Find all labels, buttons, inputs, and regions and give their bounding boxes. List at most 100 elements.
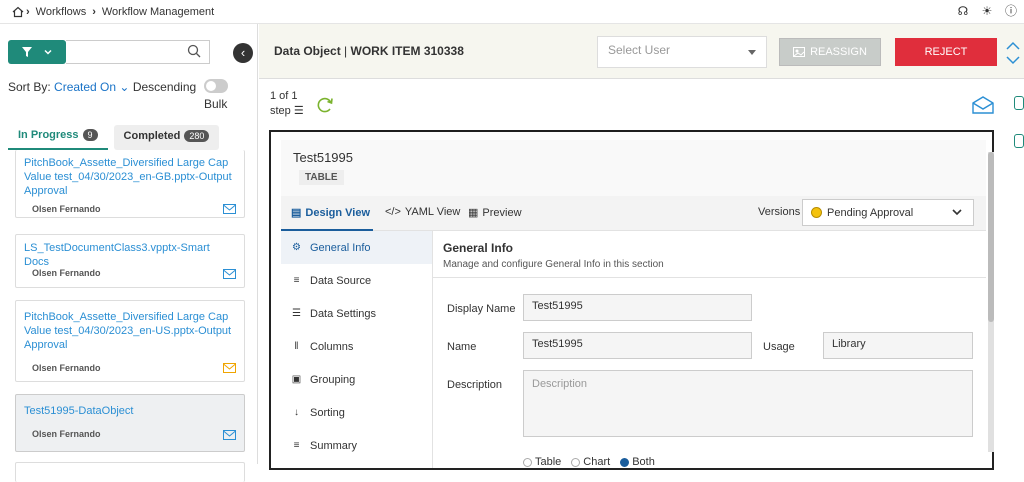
preview-icon: ▦ [468, 207, 479, 219]
usage-label: Usage [763, 341, 795, 353]
expand-collapse-icon[interactable] [1005, 39, 1021, 67]
version-selected: Pending Approval [827, 206, 914, 219]
reject-label: REJECT [924, 46, 968, 58]
work-item-title[interactable]: PitchBook_Assette_Diversified Large Cap … [24, 156, 236, 198]
section-nav: ⚙ General Info ≡ Data Source ☰ Data Setting… [281, 231, 433, 468]
work-item-owner: Olsen Fernando [32, 204, 101, 214]
bulk-toggle[interactable] [204, 79, 228, 93]
section-title: General Info [443, 241, 514, 255]
work-item-owner: Olsen Fernando [32, 429, 101, 439]
select-user-dropdown[interactable]: Select User [597, 36, 767, 68]
reject-button[interactable]: REJECT [895, 38, 997, 66]
breadcrumb-workflow-management[interactable]: Workflow Management [102, 6, 214, 18]
radio-chart[interactable]: Chart [571, 456, 610, 468]
list-item-selected[interactable]: Test51995-DataObject Olsen Fernando [15, 394, 245, 452]
work-item-list-panel: ‹ Sort By: Created On ⌄ Descending Bulk … [0, 24, 258, 482]
bulk-label: Bulk [204, 97, 228, 111]
work-item-owner: Olsen Fernando [32, 363, 101, 373]
detail-header: Data Object | WORK ITEM 310338 Select Us… [259, 24, 1024, 79]
tab-in-progress[interactable]: In Progress 9 [8, 125, 108, 150]
collapse-panel-button[interactable]: ‹ [233, 43, 253, 63]
breadcrumb: › Workflows › Workflow Management ☊ ☀ ⓘ [0, 0, 1024, 24]
step-icon[interactable]: ☰ [294, 105, 304, 117]
version-select[interactable]: Pending Approval [802, 199, 974, 226]
sort-field-select[interactable]: Created On [54, 80, 116, 94]
list-item[interactable]: PitchBook_Assette_Diversified Large Cap … [15, 300, 245, 382]
reassign-button[interactable]: REASSIGN [779, 38, 881, 66]
pending-status-icon [811, 207, 822, 218]
mail-icon[interactable] [223, 269, 236, 279]
versions-label: Versions [758, 206, 801, 218]
sort-order[interactable]: Descending [133, 80, 196, 94]
help-icon[interactable]: ⓘ [1004, 4, 1018, 18]
tab-design-view[interactable]: ▤ Design View [291, 206, 370, 220]
data-object-editor: Test51995 TABLE ▤ Design View </> YAML V… [269, 130, 994, 470]
work-item-title[interactable]: Test51995-DataObject [24, 404, 236, 418]
open-mail-icon[interactable] [972, 96, 994, 114]
sort-control[interactable]: Sort By: Created On ⌄ Descending [8, 80, 196, 94]
editor-inner: Test51995 TABLE ▤ Design View </> YAML V… [281, 140, 986, 468]
nav-label: Columns [310, 340, 354, 353]
sidebar-item-sorting[interactable]: ↓ Sorting [281, 396, 432, 429]
lightbulb-icon[interactable]: ☀ [980, 4, 994, 18]
sidebar-item-general-info[interactable]: ⚙ General Info [281, 231, 432, 264]
comments-icon[interactable] [1014, 96, 1024, 110]
columns-icon: ‖ [294, 341, 299, 352]
step-count: 1 of 1 [270, 90, 298, 102]
tab-yaml-view[interactable]: </> YAML View [385, 206, 460, 218]
select-user-placeholder: Select User [608, 43, 671, 57]
radio-label: Table [535, 456, 562, 468]
view-tabs: ▤ Design View </> YAML View ▦ Preview Ve… [281, 196, 986, 231]
work-item-title[interactable]: LS_TestDocumentClass3.vpptx-Smart Docs [24, 241, 236, 269]
refresh-icon[interactable] [315, 95, 335, 115]
name-field[interactable]: Test51995 [523, 332, 752, 359]
description-placeholder: Description [532, 378, 588, 390]
filter-button[interactable] [8, 40, 66, 64]
chevron-down-icon [44, 49, 52, 55]
general-info-section: General Info Manage and configure Genera… [433, 231, 986, 468]
usage-field[interactable]: Library [823, 332, 973, 359]
display-name-field[interactable]: Test51995 [523, 294, 752, 321]
radio-table[interactable]: Table [523, 456, 561, 468]
mail-icon[interactable] [223, 363, 236, 373]
mail-icon[interactable] [223, 204, 236, 214]
search-input[interactable] [66, 40, 210, 64]
tab-label: In Progress [18, 129, 79, 141]
grouping-icon: ▣ [291, 374, 302, 385]
sidebar-item-grouping[interactable]: ▣ Grouping [281, 363, 432, 396]
radio-both[interactable]: Both [620, 456, 655, 468]
search-icon[interactable] [187, 44, 201, 58]
list-item[interactable]: LS_TestDocumentClass3.vpptx-Smart Docs O… [15, 234, 245, 288]
tab-preview[interactable]: ▦ Preview [468, 206, 522, 220]
headset-icon[interactable]: ☊ [956, 4, 970, 18]
reassign-icon [793, 47, 806, 57]
sidebar-item-columns[interactable]: ‖ Columns [281, 330, 432, 363]
sidebar-item-summary[interactable]: ≡ Summary [281, 429, 432, 462]
mail-icon[interactable] [223, 430, 236, 440]
tab-label: Preview [482, 206, 522, 219]
work-item-id: WORK ITEM 310338 [350, 44, 464, 58]
work-item-heading: Data Object | WORK ITEM 310338 [274, 44, 464, 58]
settings-icon: ☰ [292, 308, 301, 319]
nav-label: Sorting [310, 406, 345, 419]
nav-label: Summary [310, 439, 358, 452]
sidebar-item-data-settings[interactable]: ☰ Data Settings [281, 297, 432, 330]
radio-label: Chart [583, 456, 611, 468]
scrollbar-thumb[interactable] [988, 152, 994, 322]
share-icon[interactable] [1014, 134, 1024, 148]
list-item[interactable] [15, 462, 245, 482]
sidebar-item-data-source[interactable]: ≡ Data Source [281, 264, 432, 297]
work-item-title[interactable]: PitchBook_Assette_Diversified Large Cap … [24, 310, 236, 352]
object-name: Test51995 [293, 150, 353, 165]
list-item[interactable]: PitchBook_Assette_Diversified Large Cap … [15, 150, 245, 218]
nav-label: Data Source [310, 274, 372, 287]
description-field[interactable]: Description [523, 370, 973, 437]
sort-label: Sort By: [8, 80, 51, 94]
home-icon[interactable] [12, 6, 24, 18]
radio-label: Both [632, 456, 655, 468]
tab-completed[interactable]: Completed 280 [113, 125, 220, 150]
work-item-detail: Data Object | WORK ITEM 310338 Select Us… [259, 24, 1024, 470]
breadcrumb-workflows[interactable]: Workflows [36, 6, 87, 18]
work-item-owner: Olsen Fernando [32, 268, 101, 278]
gear-icon: ⚙ [292, 242, 301, 253]
